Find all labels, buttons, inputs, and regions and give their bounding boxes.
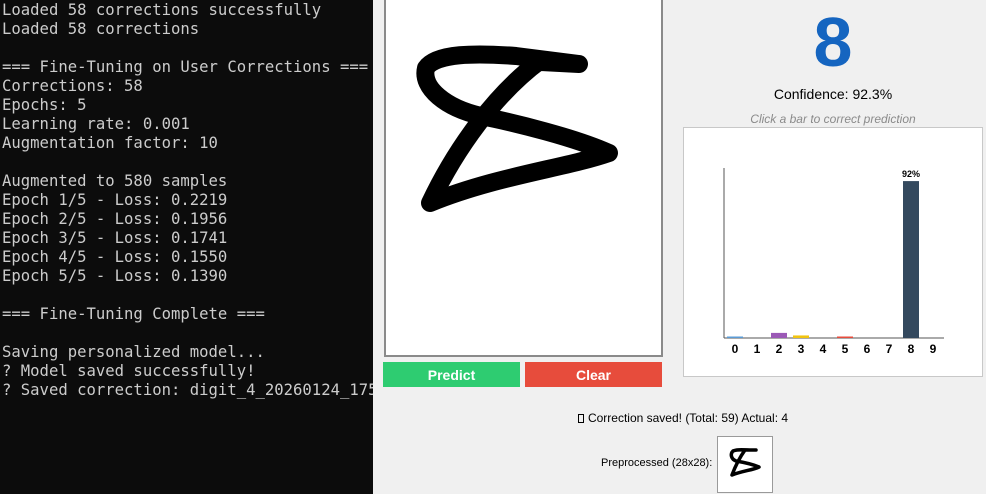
bar-8[interactable] bbox=[903, 181, 919, 338]
tick-label-1: 1 bbox=[754, 342, 761, 356]
tick-label-2: 2 bbox=[776, 342, 783, 356]
correction-hint: Click a bar to correct prediction bbox=[750, 112, 916, 126]
tick-label-9: 9 bbox=[930, 342, 937, 356]
terminal-line: Epochs: 5 bbox=[2, 96, 87, 114]
preprocessed-image bbox=[717, 436, 773, 493]
drawn-digit-stroke bbox=[416, 45, 618, 212]
terminal-line: Loaded 58 corrections bbox=[2, 20, 200, 38]
status-text: Correction saved! (Total: 59) Actual: 4 bbox=[587, 411, 789, 425]
predict-button[interactable]: Predict bbox=[383, 362, 520, 387]
probability-chart-svg: 0 1 2 3 4 5 6 7 8 92% 9 bbox=[723, 168, 944, 356]
terminal-line: Epoch 1/5 - Loss: 0.2219 bbox=[2, 191, 228, 209]
terminal-window: Loaded 58 corrections successfully Loaded… bbox=[0, 0, 373, 494]
tick-label-5: 5 bbox=[842, 342, 849, 356]
tick-label-0: 0 bbox=[732, 342, 739, 356]
bar-5[interactable] bbox=[837, 336, 853, 339]
bar-2[interactable] bbox=[771, 332, 787, 338]
terminal-line: ? Saved correction: digit_4_20260124_175… bbox=[2, 381, 373, 399]
terminal-line: Corrections: 58 bbox=[2, 77, 143, 95]
terminal-line: Saving personalized model... bbox=[2, 343, 265, 361]
predicted-digit: 8 bbox=[813, 3, 853, 81]
terminal-line: Loaded 58 corrections successfully bbox=[2, 1, 322, 19]
terminal-line: Epoch 2/5 - Loss: 0.1956 bbox=[2, 210, 228, 228]
terminal-line: ? Model saved successfully! bbox=[2, 362, 256, 380]
tick-label-8: 8 bbox=[908, 342, 915, 356]
terminal-line: Epoch 5/5 - Loss: 0.1390 bbox=[2, 267, 228, 285]
tick-label-3: 3 bbox=[798, 342, 805, 356]
clear-button[interactable]: Clear bbox=[525, 362, 662, 387]
tick-label-4: 4 bbox=[820, 342, 827, 356]
terminal-line: Epoch 3/5 - Loss: 0.1741 bbox=[2, 229, 228, 247]
bar-3[interactable] bbox=[793, 335, 809, 338]
tick-label-6: 6 bbox=[864, 342, 871, 356]
drawing-canvas[interactable] bbox=[384, 0, 663, 357]
status-message: Correction saved! (Total: 59) Actual: 4 bbox=[483, 411, 883, 425]
terminal-line: Augmented to 580 samples bbox=[2, 172, 228, 190]
checkbox-glyph-icon bbox=[577, 414, 584, 423]
confidence-label: Confidence: 92.3% bbox=[773, 86, 893, 102]
terminal-line: === Fine-Tuning Complete === bbox=[2, 305, 265, 323]
digit-recognizer-app: Predict Clear 8 Confidence: 92.3% Click … bbox=[373, 0, 986, 494]
terminal-line: Learning rate: 0.001 bbox=[2, 115, 190, 133]
terminal-line: Epoch 4/5 - Loss: 0.1550 bbox=[2, 248, 228, 266]
terminal-line: === Fine-Tuning on User Corrections === bbox=[2, 58, 369, 76]
probability-chart[interactable]: 0 1 2 3 4 5 6 7 8 92% 9 bbox=[683, 127, 983, 377]
preprocessed-label: Preprocessed (28x28): bbox=[601, 457, 713, 469]
terminal-line: Augmentation factor: 10 bbox=[2, 134, 218, 152]
terminal-output: Loaded 58 corrections successfully Loaded… bbox=[2, 1, 373, 400]
bar-0[interactable] bbox=[727, 336, 743, 339]
tick-label-7: 7 bbox=[886, 342, 893, 356]
data-label-8: 92% bbox=[902, 169, 920, 179]
